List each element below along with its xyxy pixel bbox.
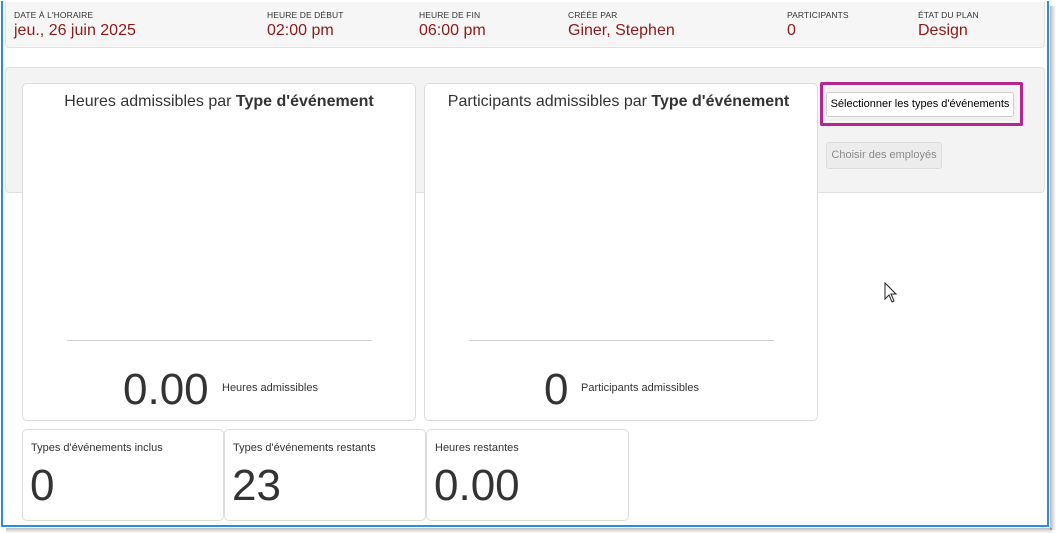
included-event-types-card: Types d'événements inclus 0 [22, 429, 224, 521]
eligible-participants-title-prefix: Participants admissibles par [447, 93, 652, 110]
included-event-types-label: Types d'événements inclus [31, 442, 163, 454]
eligible-hours-card: Heures admissibles par Type d'événement … [22, 83, 416, 421]
eligible-participants-title-bold: Type d'événement [651, 93, 790, 110]
participants-value: 0 [787, 22, 796, 39]
choose-employees-button[interactable]: Choisir des employés [826, 142, 942, 169]
plan-state-label: ÉTAT DU PLAN [918, 10, 979, 20]
remaining-hours-card: Heures restantes 0.00 [426, 429, 629, 521]
created-by-label: CRÉÉE PAR [568, 10, 618, 20]
end-time: HEURE DE FIN 06:00 pm [419, 10, 486, 40]
mouse-pointer-icon [884, 282, 898, 303]
participants: PARTICIPANTS 0 [787, 10, 849, 40]
eligible-hours-title-prefix: Heures admissibles par [64, 93, 236, 110]
plan-state-value: Design [918, 22, 968, 39]
chart-baseline [469, 340, 774, 341]
start-time-label: HEURE DE DÉBUT [267, 10, 344, 20]
select-event-types-button[interactable]: Sélectionner les types d'événements [826, 92, 1014, 117]
created-by-value: Giner, Stephen [568, 22, 675, 39]
eligible-hours-title: Heures admissibles par Type d'événement [23, 93, 415, 111]
start-time: HEURE DE DÉBUT 02:00 pm [267, 10, 344, 40]
eligible-hours-label: Heures admissibles [222, 382, 318, 394]
end-time-label: HEURE DE FIN [419, 10, 481, 20]
chart-baseline [67, 340, 372, 341]
remaining-event-types-label: Types d'événements restants [233, 442, 376, 454]
eligible-hours-title-bold: Type d'événement [235, 93, 374, 110]
eligible-hours-value: 0.00 [123, 365, 209, 414]
eligible-participants-label: Participants admissibles [581, 382, 699, 394]
eligible-participants-value: 0 [544, 365, 569, 414]
plan-state: ÉTAT DU PLAN Design [918, 10, 979, 40]
window-shadow-bottom [6, 528, 1052, 533]
scheduled-date-label: DATE À L'HORAIRE [14, 10, 94, 20]
remaining-event-types-value: 23 [232, 461, 281, 510]
plan-info-bar: DATE À L'HORAIRE jeu., 26 juin 2025 HEUR… [5, 2, 1045, 48]
remaining-hours-value: 0.00 [434, 461, 520, 510]
remaining-hours-label: Heures restantes [435, 442, 519, 454]
scheduled-date-value: jeu., 26 juin 2025 [14, 22, 136, 39]
eligible-participants-card: Participants admissibles par Type d'évén… [424, 83, 818, 421]
created-by: CRÉÉE PAR Giner, Stephen [568, 10, 675, 40]
start-time-value: 02:00 pm [267, 22, 334, 39]
participants-label: PARTICIPANTS [787, 10, 849, 20]
included-event-types-value: 0 [30, 461, 55, 510]
remaining-event-types-card: Types d'événements restants 23 [224, 429, 426, 521]
scheduled-date: DATE À L'HORAIRE jeu., 26 juin 2025 [14, 10, 136, 40]
end-time-value: 06:00 pm [419, 22, 486, 39]
eligible-participants-title: Participants admissibles par Type d'évén… [420, 93, 817, 111]
window-shadow-right [1050, 6, 1056, 530]
